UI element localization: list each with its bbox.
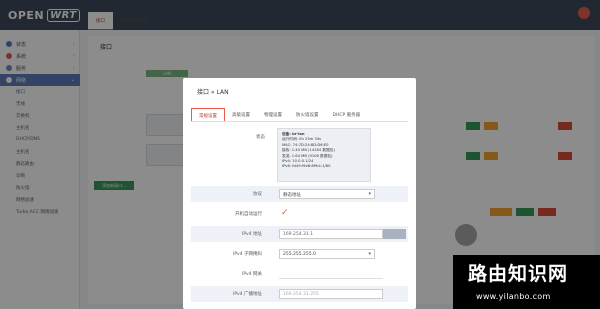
tab-physical-settings[interactable]: 物理设置 — [257, 108, 289, 121]
tab-firewall-settings[interactable]: 防火墙设置 — [289, 108, 326, 121]
dialog-title: 接口 » LAN — [197, 89, 229, 96]
watermark-logo-icon — [455, 224, 477, 246]
tab-general-settings[interactable]: 常规设置 — [191, 108, 225, 121]
gateway-row: IPv4 网关 — [191, 266, 408, 282]
chevron-down-icon: ▾ — [368, 191, 371, 197]
protocol-select[interactable]: 静态地址 ▾ — [279, 189, 375, 199]
tab-dhcp-server[interactable]: DHCP 服务器 — [326, 108, 368, 121]
chevron-down-icon: ▾ — [368, 251, 371, 257]
status-ipv6: IPv6: fd49:f9e8:8f9d::1/60 — [282, 164, 331, 169]
gateway-label: IPv4 网关 — [242, 272, 262, 277]
protocol-select-value: 静态地址 — [283, 193, 301, 198]
autostart-row: 开机自动运行 ✓ — [191, 206, 408, 222]
status-box: 设备: br-lan 运行时间: 0h 25m 34s MAC: 74:7D:2… — [277, 128, 371, 182]
ipv4-address-row: IPv4 地址 169.254.31.1 — [191, 226, 408, 242]
protocol-label: 协议 — [253, 192, 262, 197]
ipv4-address-input[interactable]: 169.254.31.1 — [279, 229, 383, 239]
dialog-tabs: 常规设置 高级设置 物理设置 防火墙设置 DHCP 服务器 — [191, 108, 408, 122]
broadcast-row: IPv4 广播地址 169.254.31.255 — [191, 286, 408, 302]
netmask-row: IPv4 子网掩码 255.255.255.0 ▾ — [191, 246, 408, 262]
status-label: 状态 — [256, 135, 265, 140]
ipv4-add-button[interactable] — [383, 229, 406, 239]
tab-advanced-settings[interactable]: 高级设置 — [225, 108, 257, 121]
netmask-select[interactable]: 255.255.255.0 ▾ — [279, 249, 375, 259]
watermark-url: www.yilanbo.com — [476, 292, 551, 301]
autostart-label: 开机自动运行 — [235, 212, 262, 217]
watermark-title: 路由知识网 — [468, 263, 569, 285]
interface-edit-dialog: 接口 » LAN 常规设置 高级设置 物理设置 防火墙设置 DHCP 服务器 状… — [183, 78, 416, 309]
netmask-label: IPv4 子网掩码 — [233, 252, 262, 257]
netmask-select-value: 255.255.255.0 — [283, 252, 316, 257]
gateway-input[interactable] — [279, 278, 383, 279]
protocol-row: 协议 静态地址 ▾ — [191, 186, 408, 202]
ipv4-address-label: IPv4 地址 — [242, 232, 262, 237]
broadcast-label: IPv4 广播地址 — [233, 292, 262, 297]
autostart-checkbox[interactable]: ✓ — [281, 209, 289, 218]
broadcast-input[interactable]: 169.254.31.255 — [279, 289, 383, 299]
